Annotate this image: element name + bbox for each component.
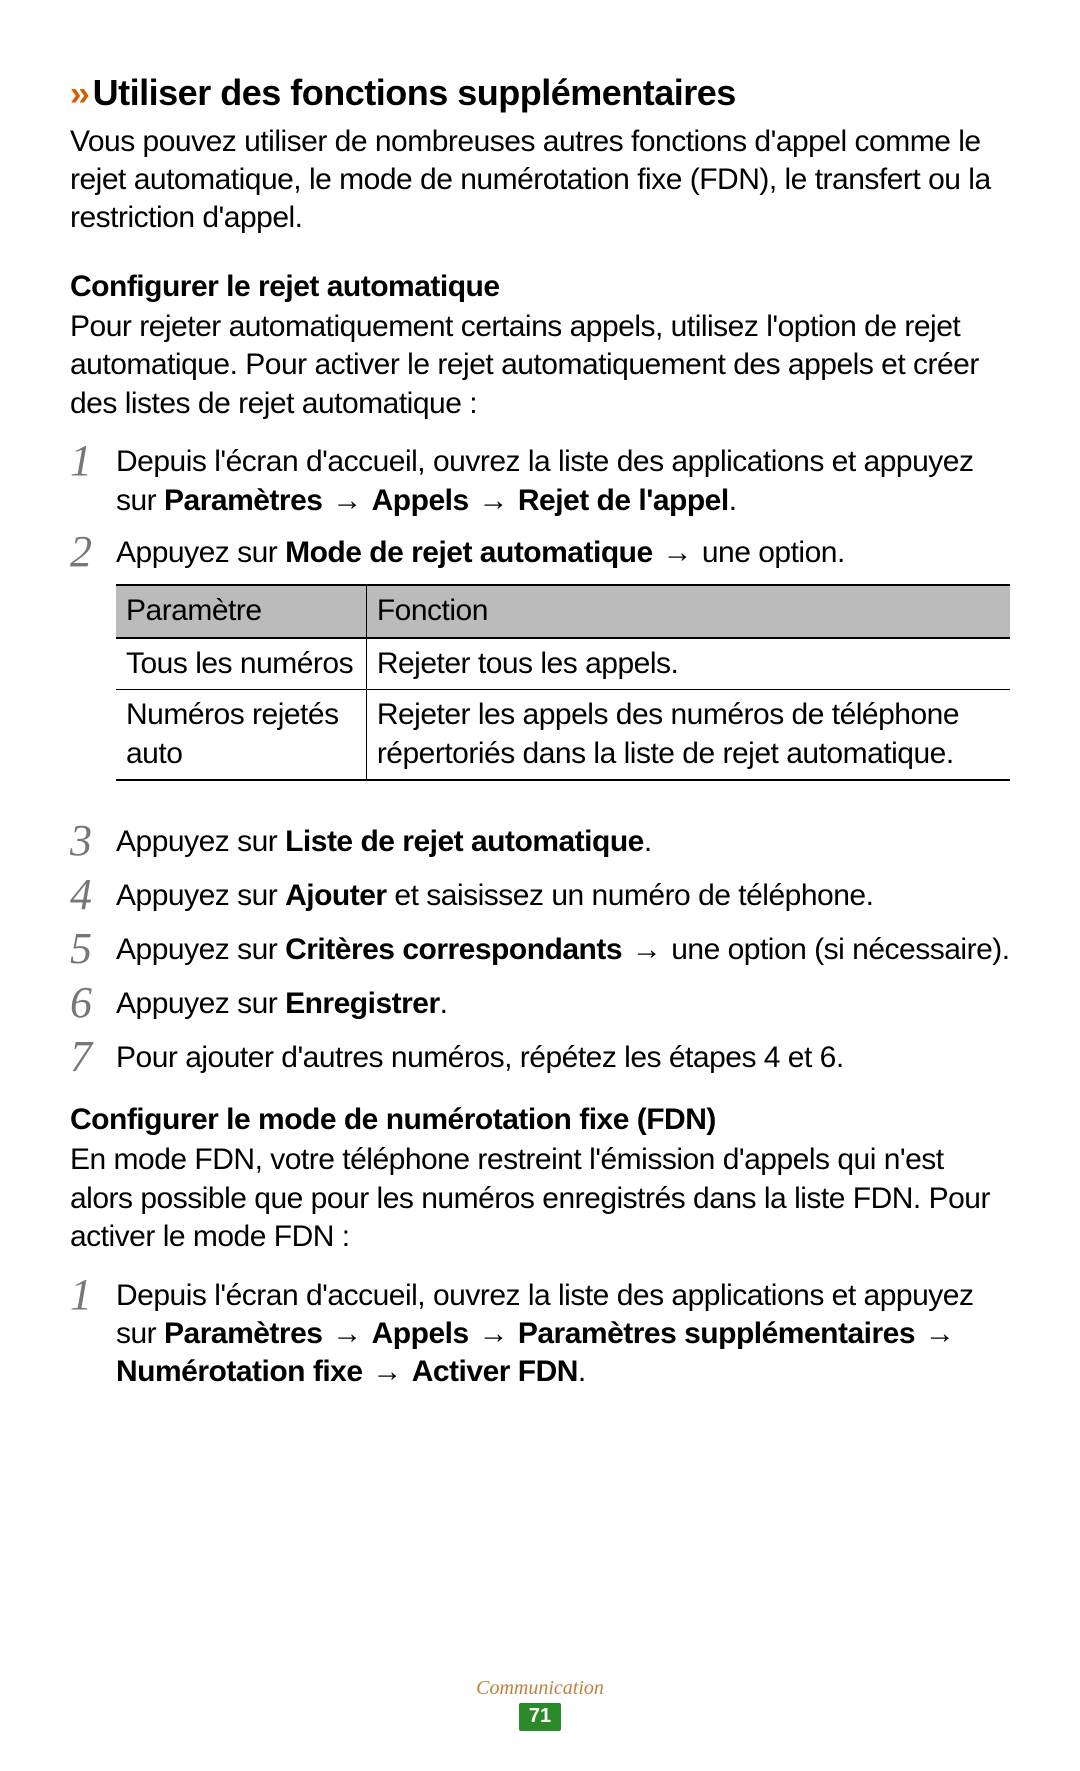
bold: Numérotation fixe: [116, 1355, 363, 1388]
step-2: 2 Appuyez sur Mode de rejet automatique …: [70, 528, 1010, 781]
step-number: 1: [70, 437, 116, 520]
step-text: Appuyez sur Liste de rejet automatique.: [116, 817, 1010, 863]
step-4: 4 Appuyez sur Ajouter et saisissez un nu…: [70, 871, 1010, 917]
bold: Liste de rejet automatique: [285, 825, 644, 858]
text: .: [729, 484, 737, 517]
text: Appuyez sur: [116, 536, 285, 569]
page-footer: Communication 71: [0, 1676, 1080, 1731]
fdn-title: Configurer le mode de numérotation fixe …: [70, 1101, 1010, 1139]
text: une option (si nécessaire).: [671, 933, 1009, 966]
table-row: Tous les numéros Rejeter tous les appels…: [116, 638, 1010, 690]
step-text: Depuis l'écran d'accueil, ouvrez la list…: [116, 437, 1010, 520]
step-text: Appuyez sur Critères correspondants → un…: [116, 925, 1010, 971]
bold: Paramètres supplémentaires: [518, 1317, 915, 1350]
arrow-icon: →: [322, 484, 371, 517]
step-number: 3: [70, 817, 116, 863]
step-number: 7: [70, 1033, 116, 1079]
fdn-intro: En mode FDN, votre téléphone restreint l…: [70, 1141, 1010, 1256]
step-number: 4: [70, 871, 116, 917]
reject-options-table: Paramètre Fonction Tous les numéros Reje…: [116, 584, 1010, 781]
step-number: 1: [70, 1271, 116, 1392]
step-text: Appuyez sur Enregistrer.: [116, 979, 1010, 1025]
section-title: Utiliser des fonctions supplémentaires: [93, 70, 736, 116]
fdn-step-1: 1 Depuis l'écran d'accueil, ouvrez la li…: [70, 1271, 1010, 1392]
text: .: [440, 987, 448, 1020]
bold: Ajouter: [285, 879, 387, 912]
arrow-icon: →: [653, 536, 702, 569]
table-header: Paramètre: [116, 585, 366, 637]
text: une option.: [702, 536, 845, 569]
arrow-icon: →: [469, 1317, 518, 1350]
text: Appuyez sur: [116, 825, 285, 858]
step-number: 5: [70, 925, 116, 971]
step-text: Appuyez sur Ajouter et saisissez un numé…: [116, 871, 1010, 917]
step-number: 2: [70, 528, 116, 781]
step-text: Depuis l'écran d'accueil, ouvrez la list…: [116, 1271, 1010, 1392]
table-header: Fonction: [366, 585, 1010, 637]
step-number: 6: [70, 979, 116, 1025]
bold: Appels: [372, 1317, 469, 1350]
step-text: Pour ajouter d'autres numéros, répétez l…: [116, 1033, 1010, 1079]
bold: Activer FDN: [412, 1355, 578, 1388]
step-6: 6 Appuyez sur Enregistrer.: [70, 979, 1010, 1025]
step-1: 1 Depuis l'écran d'accueil, ouvrez la li…: [70, 437, 1010, 520]
bold: Appels: [372, 484, 469, 517]
footer-section: Communication: [0, 1676, 1080, 1702]
chevron-icon: ››: [70, 73, 87, 117]
auto-reject-title: Configurer le rejet automatique: [70, 268, 1010, 306]
text: et saisissez un numéro de téléphone.: [387, 879, 874, 912]
auto-reject-intro: Pour rejeter automatiquement certains ap…: [70, 308, 1010, 423]
text: Appuyez sur: [116, 987, 285, 1020]
arrow-icon: →: [469, 484, 518, 517]
text: .: [644, 825, 652, 858]
page-number: 71: [519, 1703, 561, 1731]
table-cell: Tous les numéros: [116, 638, 366, 690]
table-cell: Rejeter tous les appels.: [366, 638, 1010, 690]
text: .: [578, 1355, 586, 1388]
bold: Critères correspondants: [285, 933, 622, 966]
manual-page: ›› Utiliser des fonctions supplémentaire…: [0, 0, 1080, 1771]
step-text: Appuyez sur Mode de rejet automatique → …: [116, 528, 1010, 781]
table-row: Numéros rejetés auto Rejeter les appels …: [116, 690, 1010, 780]
bold: Enregistrer: [285, 987, 440, 1020]
bold: Mode de rejet automatique: [285, 536, 653, 569]
text: Appuyez sur: [116, 933, 285, 966]
table-cell: Numéros rejetés auto: [116, 690, 366, 780]
table-cell: Rejeter les appels des numéros de téléph…: [366, 690, 1010, 780]
arrow-icon: →: [915, 1317, 956, 1350]
arrow-icon: →: [363, 1355, 412, 1388]
bold: Paramètres: [164, 1317, 322, 1350]
step-7: 7 Pour ajouter d'autres numéros, répétez…: [70, 1033, 1010, 1079]
section-heading: ›› Utiliser des fonctions supplémentaire…: [70, 70, 1010, 117]
bold: Paramètres: [164, 484, 322, 517]
step-3: 3 Appuyez sur Liste de rejet automatique…: [70, 817, 1010, 863]
arrow-icon: →: [622, 933, 671, 966]
bold: Rejet de l'appel: [518, 484, 729, 517]
step-5: 5 Appuyez sur Critères correspondants → …: [70, 925, 1010, 971]
arrow-icon: →: [322, 1317, 371, 1350]
text: Appuyez sur: [116, 879, 285, 912]
section-intro: Vous pouvez utiliser de nombreuses autre…: [70, 123, 1010, 238]
